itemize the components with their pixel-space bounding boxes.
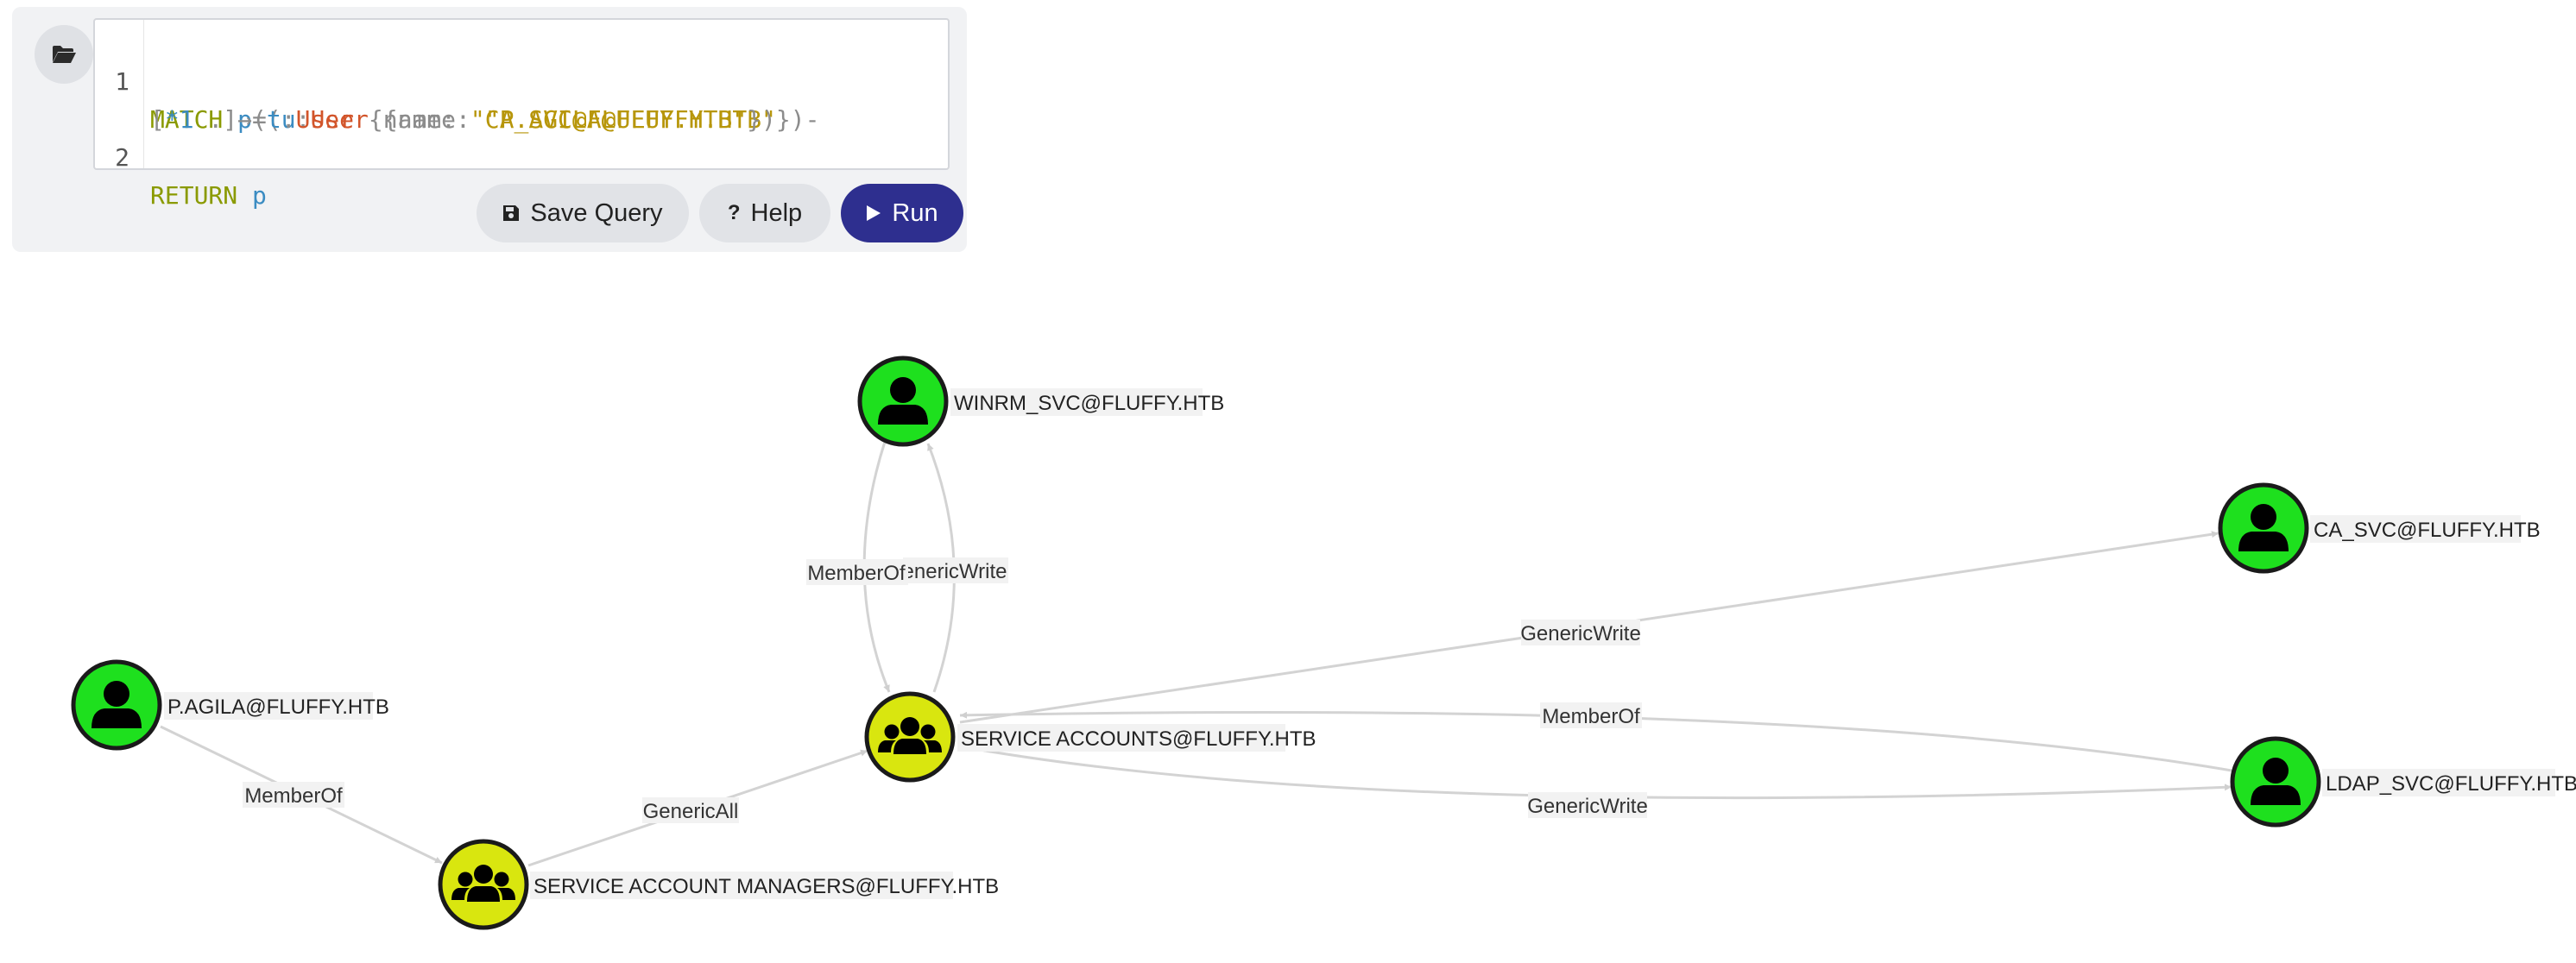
- edge-label-memberof: MemberOf: [244, 784, 343, 808]
- edge-label-memberof: MemberOf: [1542, 705, 1640, 728]
- edge-label-memberof: MemberOf: [807, 562, 906, 585]
- graph-edges: [160, 441, 2232, 867]
- edge-label-genericwrite: GenericWrite: [1527, 795, 1648, 818]
- edge-label-genericwrite: GenericWrite: [1520, 622, 1641, 645]
- node-label: SERVICE ACCOUNTS@FLUFFY.HTB: [961, 727, 1316, 751]
- node-label: SERVICE ACCOUNT MANAGERS@FLUFFY.HTB: [534, 875, 999, 898]
- node-label: LDAP_SVC@FLUFFY.HTB: [2326, 772, 2576, 796]
- node-label: P.AGILA@FLUFFY.HTB: [167, 696, 389, 719]
- graph-node-service-account-managers[interactable]: SERVICE ACCOUNT MANAGERS@FLUFFY.HTB: [438, 839, 999, 930]
- graph-node-p-agila[interactable]: P.AGILA@FLUFFY.HTB: [71, 659, 389, 751]
- edge-labels: MemberOf GenericAll enericWrite MemberOf…: [243, 557, 1648, 823]
- node-label: CA_SVC@FLUFFY.HTB: [2314, 519, 2541, 542]
- graph-node-winrm-svc[interactable]: WINRM_SVC@FLUFFY.HTB: [857, 356, 1224, 447]
- graph-canvas[interactable]: MemberOf GenericAll enericWrite MemberOf…: [0, 0, 2576, 963]
- node-label: WINRM_SVC@FLUFFY.HTB: [954, 392, 1224, 415]
- graph-node-ldap-svc[interactable]: LDAP_SVC@FLUFFY.HTB: [2230, 736, 2576, 828]
- edge-label-genericall: GenericAll: [643, 800, 739, 823]
- edge-label-genericwrite-partial: enericWrite: [903, 560, 1007, 583]
- graph-node-ca-svc[interactable]: CA_SVC@FLUFFY.HTB: [2218, 482, 2541, 574]
- edge-genericwrite-sa-ldap[interactable]: [959, 745, 2232, 800]
